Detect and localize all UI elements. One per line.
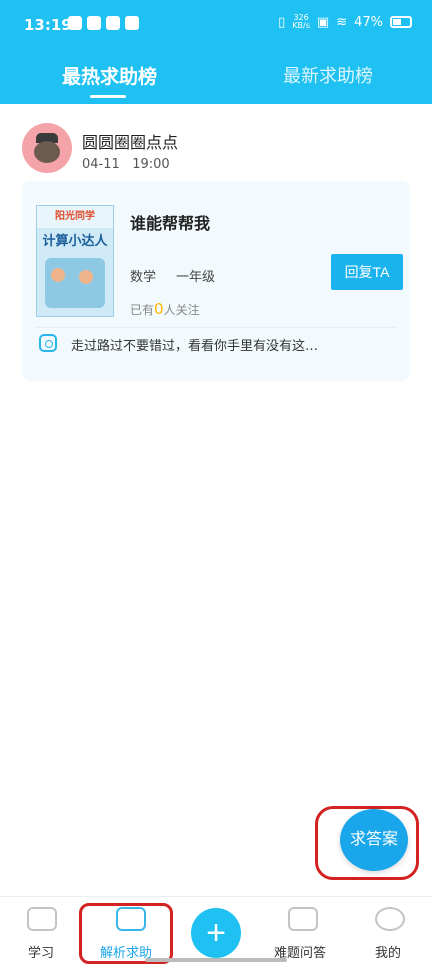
card-divider [36, 327, 396, 328]
person-icon [375, 907, 405, 931]
search-message-icon [39, 334, 57, 352]
tab-new-help[interactable]: 最新求助榜 [283, 62, 373, 88]
active-tab-indicator [90, 95, 126, 98]
app-notification-icon [68, 16, 82, 30]
plus-icon[interactable]: + [191, 908, 241, 958]
battery-icon [390, 16, 412, 28]
subject-label: 数学 [130, 270, 157, 285]
status-bar: 13:19 ▯ 326 KB/s ▣ ≋ 47% [0, 0, 432, 52]
status-time: 13:19 [24, 16, 72, 34]
grade-label: 一年级 [176, 270, 216, 285]
notification-icons [68, 16, 139, 30]
vibrate-icon: ▯ [278, 14, 286, 30]
question-card[interactable]: 阳光同学 计算小达人 谁能帮帮我 数学 一年级 回复TA 已有0人关注 走过路过… [22, 181, 410, 381]
top-header: 13:19 ▯ 326 KB/s ▣ ≋ 47% 最热求助榜 最新求助榜 [0, 0, 432, 104]
sim-icon: ▣ [316, 14, 330, 30]
home-indicator [145, 958, 287, 962]
battery-percent: 47% [354, 14, 383, 30]
post-datetime: 04-11 19:00 [82, 157, 170, 172]
wifi-icon: ≋ [336, 14, 348, 30]
tab-hot-help[interactable]: 最热求助榜 [62, 62, 157, 89]
message-icon [125, 16, 139, 30]
question-title: 谁能帮帮我 [130, 214, 211, 233]
nav-mine-label: 我的 [375, 946, 402, 961]
reply-button[interactable]: 回复TA [331, 254, 403, 290]
avatar[interactable] [22, 123, 72, 173]
tiktok-icon [87, 16, 101, 30]
network-speed: 326 KB/s [292, 13, 310, 30]
nav-highlight-outline [79, 903, 173, 964]
username: 圆圆圈圈点点 [82, 133, 179, 152]
app-notification-icon [106, 16, 120, 30]
followers-count: 已有0人关注 [130, 300, 200, 318]
book-cover-image: 阳光同学 计算小达人 [36, 205, 114, 317]
question-message: 走过路过不要错过，看看你手里有没有这… [71, 339, 319, 354]
status-right: ▯ 326 KB/s ▣ ≋ 47% [278, 14, 412, 30]
ask-answer-button[interactable]: 求答案 [340, 809, 408, 871]
